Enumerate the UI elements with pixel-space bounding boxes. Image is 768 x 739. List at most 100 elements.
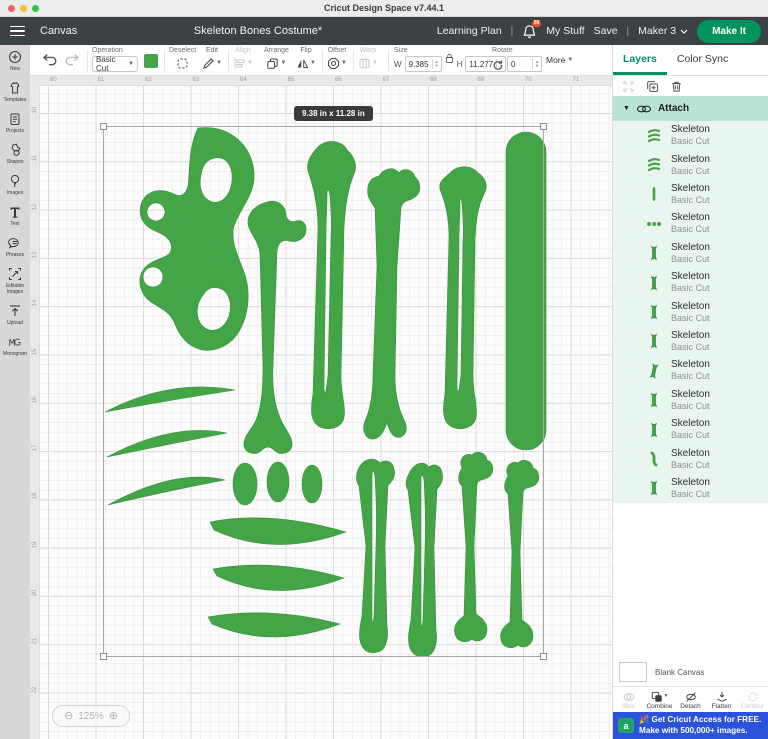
selection-handle-top-right[interactable] xyxy=(540,123,547,130)
canvas-shape-tibia-fibula-1[interactable] xyxy=(308,141,356,428)
rotate-stepper[interactable]: ▲▼ xyxy=(532,59,541,70)
close-window-button[interactable] xyxy=(8,5,15,12)
align-button[interactable]: Align ▼ xyxy=(233,47,253,70)
flip-button[interactable]: Flip ▼ xyxy=(296,47,316,70)
width-input[interactable]: 9.385 ▲▼ xyxy=(405,56,442,72)
canvas-shape-rib-big-3[interactable] xyxy=(208,613,340,637)
width-stepper[interactable]: ▲▼ xyxy=(432,59,441,70)
hamburger-menu-icon[interactable] xyxy=(10,26,25,37)
tab-color-sync[interactable]: Color Sync xyxy=(667,45,738,75)
layer-row[interactable]: SkeletonBasic Cut xyxy=(613,327,768,356)
cricut-access-banner[interactable]: a 🎉 Get Cricut Access for FREE. Make wit… xyxy=(613,712,768,739)
minimize-window-button[interactable] xyxy=(20,5,27,12)
sidebar-item-shapes[interactable]: Shapes xyxy=(0,138,30,169)
tab-layers[interactable]: Layers xyxy=(613,45,667,75)
make-it-button[interactable]: Make It xyxy=(697,20,761,43)
canvas-shape-rib-small-3[interactable] xyxy=(108,477,225,505)
flatten-button[interactable]: Flatten xyxy=(706,687,737,712)
color-swatch[interactable] xyxy=(144,54,158,68)
offset-button[interactable]: Offset ▼ xyxy=(327,47,347,70)
layer-row[interactable]: SkeletonBasic Cut xyxy=(613,150,768,179)
redo-button[interactable] xyxy=(64,53,80,67)
zoom-out-button[interactable]: ⊖ xyxy=(64,711,73,722)
operation-dropdown[interactable]: Basic Cut▼ xyxy=(92,56,138,72)
layer-row[interactable]: SkeletonBasic Cut xyxy=(613,444,768,473)
attach-group-header[interactable]: ▼ Attach xyxy=(613,96,768,121)
deselect-button[interactable]: Deselect xyxy=(169,47,196,70)
layer-row[interactable]: SkeletonBasic Cut xyxy=(613,356,768,385)
flip-icon: ▼ xyxy=(296,56,316,70)
undo-button[interactable] xyxy=(42,53,58,67)
learning-plan-link[interactable]: Learning Plan xyxy=(437,25,502,37)
canvas-shape-long-bone-1[interactable] xyxy=(364,169,420,439)
sidebar-item-images[interactable]: Images xyxy=(0,169,30,200)
canvas-shape-rib-small-2[interactable] xyxy=(107,430,227,457)
selection-handle-bottom-right[interactable] xyxy=(540,653,547,660)
canvas-shape-humerus-1[interactable] xyxy=(455,452,493,641)
canvas-shape-oval-1[interactable] xyxy=(233,463,257,505)
canvas-grid[interactable]: 9.38 in x 11.28 in ⊖ 125% ⊕ xyxy=(40,86,612,739)
warp-button[interactable]: Warp ▼ xyxy=(358,47,378,70)
my-stuff-link[interactable]: My Stuff xyxy=(546,25,584,37)
save-button[interactable]: Save xyxy=(594,25,618,37)
arrange-button[interactable]: Arrange ▼ xyxy=(264,47,289,70)
combine-button[interactable]: ▼Combine xyxy=(644,687,675,712)
lock-icon[interactable] xyxy=(445,51,454,63)
size-group: Size W 9.385 ▲▼ H 11.277 ▲▼ xyxy=(394,47,506,72)
canvas-shape-tibia-fibula-2[interactable] xyxy=(440,167,487,429)
layer-operation: Basic Cut xyxy=(671,430,710,441)
sidebar-item-label: Templates xyxy=(0,97,30,103)
layer-row[interactable]: SkeletonBasic Cut xyxy=(613,386,768,415)
blank-canvas-row[interactable]: Blank Canvas xyxy=(613,658,768,686)
sidebar-item-editable-images[interactable]: Editable Images xyxy=(0,262,30,299)
canvas-shape-femur[interactable] xyxy=(244,201,306,453)
selection-handle-bottom-left[interactable] xyxy=(100,653,107,660)
ungroup-icon[interactable] xyxy=(622,80,635,93)
rotate-input[interactable]: 0 ▲▼ xyxy=(507,56,542,72)
canvas-shape-humerus-2[interactable] xyxy=(501,460,539,647)
layer-row[interactable]: SkeletonBasic Cut xyxy=(613,121,768,150)
canvas-shape-oval-3[interactable] xyxy=(302,465,322,503)
canvas-area[interactable]: 606162636465666768697071 101112131415161… xyxy=(30,76,612,739)
layer-row[interactable]: SkeletonBasic Cut xyxy=(613,474,768,503)
sidebar-item-new[interactable]: New xyxy=(0,45,30,76)
sidebar-item-projects[interactable]: Projects xyxy=(0,107,30,138)
v-ruler-label: 19 xyxy=(32,538,38,552)
detach-button[interactable]: Detach xyxy=(675,687,706,712)
layer-row[interactable]: SkeletonBasic Cut xyxy=(613,180,768,209)
sidebar-item-monogram[interactable]: Monogram xyxy=(0,330,30,361)
sidebar-item-templates[interactable]: Templates xyxy=(0,76,30,107)
contour-button[interactable]: Contour xyxy=(737,687,768,712)
canvas-shape-oval-2[interactable] xyxy=(267,462,289,502)
sidebar-item-phrases[interactable]: Phrases xyxy=(0,231,30,262)
canvas-shape-rib-big-1[interactable] xyxy=(210,518,346,545)
canvas-shape-pelvis[interactable] xyxy=(140,128,254,351)
cricut-access-icon: a xyxy=(618,718,634,733)
layer-row[interactable]: SkeletonBasic Cut xyxy=(613,415,768,444)
trash-icon[interactable] xyxy=(670,80,683,93)
slice-button[interactable]: Slice xyxy=(613,687,644,712)
action-label: Contour xyxy=(741,703,764,710)
maximize-window-button[interactable] xyxy=(32,5,39,12)
layer-row[interactable]: SkeletonBasic Cut xyxy=(613,209,768,238)
machine-select-dropdown[interactable]: Maker 3 xyxy=(638,25,688,37)
notifications-button[interactable]: 50 xyxy=(522,24,537,39)
edit-button[interactable]: Edit ▼ xyxy=(202,47,222,70)
sidebar-item-upload[interactable]: Upload xyxy=(0,299,30,330)
rotate-icon xyxy=(492,58,504,70)
sidebar-item-text[interactable]: Text xyxy=(0,200,30,231)
more-button[interactable]: More▼ xyxy=(546,55,573,65)
canvas-menu-label[interactable]: Canvas xyxy=(40,25,77,37)
canvas-shape-rib-small-1[interactable] xyxy=(105,387,235,412)
canvas-shape-radius-ulna-2[interactable] xyxy=(406,463,443,657)
zoom-in-button[interactable]: ⊕ xyxy=(109,711,118,722)
selection-handle-top-left[interactable] xyxy=(100,123,107,130)
canvas-shape-radius-ulna-1[interactable] xyxy=(356,459,394,653)
layer-row[interactable]: SkeletonBasic Cut xyxy=(613,297,768,326)
layer-row[interactable]: SkeletonBasic Cut xyxy=(613,268,768,297)
layer-row[interactable]: SkeletonBasic Cut xyxy=(613,239,768,268)
duplicate-icon[interactable] xyxy=(646,80,659,93)
canvas-shape-rib-big-2[interactable] xyxy=(213,565,344,590)
blank-canvas-swatch[interactable] xyxy=(619,662,647,682)
canvas-shape-capsule[interactable] xyxy=(506,132,546,450)
